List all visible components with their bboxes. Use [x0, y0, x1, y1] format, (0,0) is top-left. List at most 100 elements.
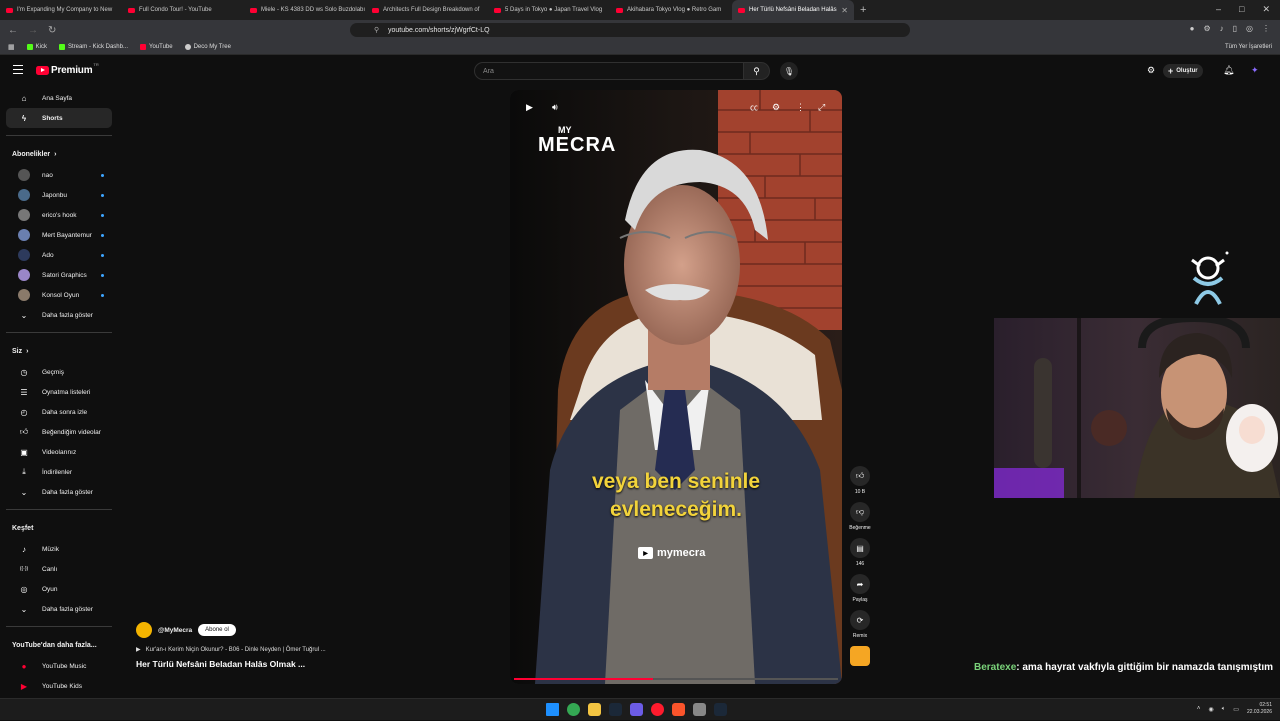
subscriptions-heading[interactable]: Abonelikler › — [0, 143, 118, 165]
puzzle-icon[interactable]: ⚙ — [1203, 24, 1210, 33]
channel-handle[interactable]: @MyMecra — [158, 627, 192, 634]
sidebar-item-liked[interactable]: 👍︎ Beğendiğim videolar — [6, 422, 112, 442]
menu-icon[interactable]: ⋮ — [1262, 24, 1270, 33]
maximize-icon[interactable]: □ — [1239, 4, 1244, 15]
play-icon[interactable]: ▶ — [526, 102, 533, 113]
close-window-icon[interactable]: ✕ — [1262, 4, 1270, 15]
sidebar-icon[interactable]: ▯ — [1233, 24, 1237, 33]
notifications-bell-icon[interactable]: 🔔︎ — [1223, 65, 1234, 76]
subscription-item[interactable]: Satori Graphics — [6, 265, 112, 285]
music-ext-icon[interactable]: ♪ — [1220, 24, 1224, 33]
create-button[interactable]: + Oluştur — [1163, 64, 1203, 78]
taskbar-app-icon[interactable] — [588, 703, 601, 716]
comments-button[interactable]: ▤ 146 — [846, 538, 874, 567]
taskbar-app-icon[interactable] — [651, 703, 664, 716]
url-field[interactable]: ⚲ youtube.com/shorts/zjWgrfCt-LQ — [350, 23, 910, 37]
video-title[interactable]: Her Türlü Nefsâni Beladan Halâs Olmak ..… — [136, 659, 326, 669]
progress-bar[interactable] — [514, 678, 838, 680]
fullscreen-icon[interactable]: ⤢ — [818, 102, 825, 113]
browser-tab[interactable]: Full Condo Tour! - YouTube — [122, 0, 244, 20]
taskbar-app-icon[interactable] — [714, 703, 727, 716]
subscription-item[interactable]: erico's hook — [6, 205, 112, 225]
volume-icon[interactable]: 🔊︎ — [552, 102, 558, 113]
apps-icon[interactable]: ▦ — [8, 43, 15, 51]
new-tab-button[interactable]: + — [860, 4, 866, 16]
sidebar-item-history[interactable]: ◷ Geçmiş — [6, 362, 112, 382]
sidebar-item-music[interactable]: ♪ Müzik — [6, 539, 112, 559]
forward-icon[interactable]: → — [28, 25, 40, 36]
related-video-link[interactable]: ▶ Kur'an-ı Kerim Niçin Okunur? - B06 - D… — [136, 646, 326, 654]
account-avatar[interactable]: ✦ — [1251, 65, 1259, 76]
subscription-item[interactable]: nao — [6, 165, 112, 185]
menu-hamburger-icon[interactable] — [13, 65, 23, 76]
browser-tab[interactable]: Miele - KS 4383 DD ws Solo Buzdolabı — [244, 0, 366, 20]
bookmark-youtube[interactable]: YouTube — [140, 44, 173, 50]
show-more-button[interactable]: ⌄ Daha fazla göster — [6, 305, 112, 325]
back-icon[interactable]: ← — [8, 25, 20, 36]
taskbar-app-icon[interactable] — [672, 703, 685, 716]
extension-icon[interactable]: ● — [1190, 24, 1195, 33]
profile-icon[interactable]: ◎ — [1246, 24, 1253, 33]
remix-button[interactable]: ⟳ Remix — [846, 610, 874, 639]
channel-avatar[interactable] — [136, 622, 152, 638]
globe-icon — [184, 44, 191, 50]
show-more-button[interactable]: ⌄ Daha fazla göster — [6, 482, 112, 502]
speaker-icon[interactable]: 🔈︎ — [1222, 706, 1226, 713]
subscription-item[interactable]: Konsol Oyun — [6, 285, 112, 305]
all-bookmarks[interactable]: Tüm Yer İşaretleri — [1225, 44, 1272, 50]
sidebar-item-home[interactable]: ⌂ Ana Sayfa — [6, 88, 112, 108]
clock[interactable]: 02:51 22.03.2026 — [1247, 702, 1272, 716]
sidebar-item-playlists[interactable]: ☰ Oynatma listeleri — [6, 382, 112, 402]
taskbar-app-icon[interactable] — [546, 703, 559, 716]
sidebar-item-shorts[interactable]: ϟ Shorts — [6, 108, 112, 128]
sound-thumbnail[interactable] — [846, 646, 874, 666]
captions-icon[interactable]: ㏄ — [750, 102, 758, 113]
taskbar-app-icon[interactable] — [693, 703, 706, 716]
reload-icon[interactable]: ↻ — [48, 25, 60, 36]
you-heading[interactable]: Siz › — [0, 340, 118, 362]
subscription-item[interactable]: Japonbu — [6, 185, 112, 205]
subscribe-button[interactable]: Abone ol — [198, 624, 236, 636]
browser-tab[interactable]: I'm Expanding My Company to New — [0, 0, 122, 20]
sidebar-item-your-videos[interactable]: ▣ Videolarınız — [6, 442, 112, 462]
close-tab-icon[interactable]: ✕ — [841, 6, 848, 15]
bookmark-deco-my-tree[interactable]: Deco My Tree — [184, 44, 231, 50]
network-icon[interactable]: ◉ — [1208, 706, 1213, 713]
browser-tab[interactable]: 5 Days in Tokyo ● Japan Travel Vlog — [488, 0, 610, 20]
voice-search-button[interactable]: 🎙 — [780, 62, 798, 80]
sidebar-item-youtube-music[interactable]: ● YouTube Music — [6, 656, 112, 676]
search-input[interactable]: Ara — [474, 62, 744, 80]
subscription-item[interactable]: Mert Bayantemur — [6, 225, 112, 245]
explore-heading[interactable]: Keşfet — [0, 517, 118, 539]
sidebar-item-downloads[interactable]: ⤓ İndirilenler — [6, 462, 112, 482]
sidebar-item-live[interactable]: ((·)) Canlı — [6, 559, 112, 579]
youtube-premium-logo[interactable]: Premium TR — [36, 62, 99, 76]
minimize-icon[interactable]: – — [1216, 4, 1221, 15]
browser-tab[interactable]: Her Türlü Nefsâni Beladan Halâs ✕ — [732, 0, 854, 20]
site-info-icon[interactable]: ⚲ — [374, 26, 379, 34]
tray-chevron-icon[interactable]: ˄ — [1197, 706, 1201, 712]
share-button[interactable]: ➦ Paylaş — [846, 574, 874, 603]
bookmark-kick[interactable]: Kick — [26, 44, 47, 50]
show-more-button[interactable]: ⌄ Daha fazla göster — [6, 599, 112, 619]
like-button[interactable]: 👍︎ 10 B — [846, 466, 874, 495]
bookmark-stream-kick[interactable]: Stream - Kick Dashb... — [58, 44, 128, 50]
taskbar-app-icon[interactable] — [630, 703, 643, 716]
related-video-title: Kur'an-ı Kerim Niçin Okunur? - B06 - Din… — [145, 646, 326, 653]
taskbar-app-icon[interactable] — [567, 703, 580, 716]
dislike-button[interactable]: 👎︎ Beğenme — [846, 502, 874, 531]
taskbar-app-icon[interactable] — [609, 703, 622, 716]
subscription-item[interactable]: Ado — [6, 245, 112, 265]
sidebar-item-watch-later[interactable]: ◴ Daha sonra izle — [6, 402, 112, 422]
settings-icon[interactable]: ⚙ — [772, 102, 780, 113]
browser-tab[interactable]: Akihabara Tokyo Vlog ● Retro Gam — [610, 0, 732, 20]
search-button[interactable]: ⚲ — [744, 62, 770, 80]
shorts-player[interactable]: ▶ 🔊︎ ㏄ ⚙ ⋮ ⤢ MY MECRA veya ben seninle e… — [510, 90, 842, 684]
battery-icon[interactable]: ▭ — [1233, 706, 1239, 713]
sidebar-item-youtube-kids[interactable]: ▶ YouTube Kids — [6, 676, 112, 696]
sidebar-item-gaming[interactable]: ◎ Oyun — [6, 579, 112, 599]
cast-settings-icon[interactable]: ⚙ — [1147, 65, 1155, 76]
more-from-youtube-heading[interactable]: YouTube'dan daha fazla... — [0, 634, 118, 656]
browser-tab[interactable]: Architects Full Design Breakdown of — [366, 0, 488, 20]
more-options-icon[interactable]: ⋮ — [796, 102, 805, 113]
